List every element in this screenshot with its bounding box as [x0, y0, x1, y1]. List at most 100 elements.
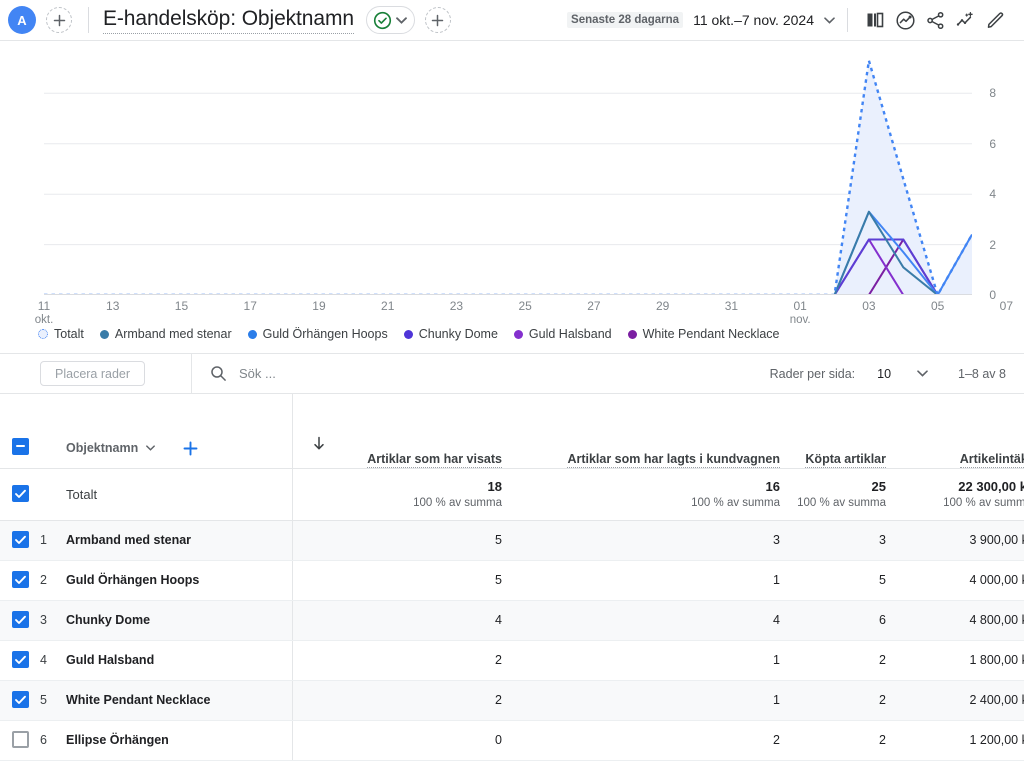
- row-checkbox[interactable]: [11, 571, 29, 589]
- table-row[interactable]: 5White Pendant Necklace2122 400,00 kr: [0, 680, 1024, 721]
- row-checkbox[interactable]: [11, 611, 29, 629]
- total-metric-value: 18: [487, 479, 502, 494]
- table-row[interactable]: 6Ellipse Örhängen0221 200,00 kr: [0, 720, 1024, 761]
- column-header-items-purchased[interactable]: Köpta artiklar: [780, 394, 886, 469]
- indeterminate-dash: [15, 445, 25, 448]
- row-metric: 3: [780, 520, 886, 561]
- row-index: 4: [40, 640, 66, 681]
- date-range-badge[interactable]: Senaste 28 dagarna: [567, 12, 684, 28]
- column-header-items-viewed[interactable]: Artiklar som har visats: [326, 394, 502, 469]
- row-sort-spacer: [292, 560, 326, 601]
- row-index: 2: [40, 560, 66, 601]
- total-row-metric: 18 100 % av summa: [326, 468, 502, 521]
- chevron-down-icon: [917, 370, 928, 377]
- legend-item[interactable]: Armband med stenar: [99, 327, 232, 341]
- row-name[interactable]: Guld Örhängen Hoops: [66, 560, 293, 601]
- legend-color-dot: [38, 329, 48, 339]
- compare-icon: [867, 12, 884, 28]
- y-axis-tick: 2: [989, 237, 996, 252]
- table-row[interactable]: 1Armband med stenar5333 900,00 kr: [0, 520, 1024, 561]
- row-checkbox[interactable]: [11, 531, 29, 549]
- line-chart[interactable]: [44, 53, 972, 295]
- search-icon: [211, 366, 226, 381]
- table-row[interactable]: 4Guld Halsband2121 800,00 kr: [0, 640, 1024, 681]
- x-axis-tick: 17: [243, 299, 257, 313]
- legend-item[interactable]: Guld Örhängen Hoops: [247, 327, 388, 341]
- compare-button[interactable]: [860, 5, 890, 35]
- x-axis-tick: 29: [655, 299, 670, 313]
- row-checkbox[interactable]: [11, 691, 29, 709]
- total-metric-percent: 100 % av summa: [691, 497, 780, 509]
- check-circle-icon: [373, 11, 392, 29]
- row-metric: 2 400,00 kr: [886, 680, 1024, 721]
- total-row-metric: 16 100 % av summa: [502, 468, 780, 521]
- rows-per-page-group: Rader per sida: 10 1–8 av 8: [770, 367, 1024, 381]
- table-header-row: Objektnamn Artiklar som har visats Artik…: [0, 394, 1024, 469]
- pagination-label: 1–8 av 8: [958, 366, 1006, 381]
- legend-item[interactable]: Guld Halsband: [513, 327, 612, 341]
- row-name[interactable]: Chunky Dome: [66, 600, 293, 641]
- share-button[interactable]: [920, 5, 950, 35]
- date-range-value[interactable]: 11 okt.–7 nov. 2024: [693, 12, 814, 28]
- row-checkbox[interactable]: [11, 731, 29, 749]
- row-name[interactable]: White Pendant Necklace: [66, 680, 293, 721]
- add-property-button[interactable]: [46, 7, 72, 33]
- x-axis-tick: 25: [518, 299, 532, 313]
- row-name[interactable]: Ellipse Örhängen: [66, 720, 293, 761]
- row-index: 5: [40, 680, 66, 721]
- dimension-caret[interactable]: [146, 445, 156, 451]
- rows-per-page-caret[interactable]: [917, 370, 928, 377]
- table-row[interactable]: 3Chunky Dome4464 800,00 kr: [0, 600, 1024, 641]
- search-input[interactable]: Sök ...: [239, 366, 276, 381]
- page-title[interactable]: E-handelsköp: Objektnamn: [103, 6, 354, 35]
- column-header-item-revenue[interactable]: Artikelintäkt: [886, 394, 1024, 469]
- total-metric-value: 16: [765, 479, 780, 494]
- row-checkbox[interactable]: [11, 651, 29, 669]
- row-checkbox-cell: [0, 640, 40, 681]
- row-sort-spacer: [292, 520, 326, 561]
- table-row[interactable]: 2Guld Örhängen Hoops5154 000,00 kr: [0, 560, 1024, 601]
- date-range-caret[interactable]: [824, 16, 835, 24]
- select-all-checkbox[interactable]: [11, 437, 29, 455]
- plus-icon: [53, 14, 65, 26]
- trend-sparkle-icon: [956, 11, 973, 26]
- row-name[interactable]: Armband med stenar: [66, 520, 293, 561]
- column-header-items-added-to-cart[interactable]: Artiklar som har lagts i kundvagnen: [502, 394, 780, 469]
- edit-pencil-button[interactable]: [980, 5, 1010, 35]
- row-metric: 2: [502, 720, 780, 761]
- trend-sparkle-button[interactable]: [950, 5, 980, 35]
- column-header-label: Artiklar som har visats: [367, 451, 502, 468]
- total-row-index: [40, 468, 66, 521]
- insights-button[interactable]: [890, 5, 920, 35]
- y-axis-tick: 4: [989, 187, 996, 202]
- avatar[interactable]: A: [8, 6, 36, 34]
- check-icon: [14, 490, 26, 499]
- legend-color-dot: [627, 329, 637, 339]
- share-icon: [926, 11, 943, 29]
- plus-icon: [432, 14, 444, 26]
- row-metric: 2: [780, 680, 886, 721]
- total-row-label: Totalt: [66, 468, 293, 521]
- search-cell[interactable]: Sök ... Rader per sida: 10 1–8 av 8: [192, 354, 1024, 393]
- insights-icon: [895, 10, 915, 30]
- dimension-name[interactable]: Objektnamn: [66, 441, 138, 455]
- check-icon: [14, 616, 26, 625]
- add-dimension-button[interactable]: [183, 441, 198, 456]
- rows-per-page-value[interactable]: 10: [877, 367, 891, 381]
- legend-item[interactable]: White Pendant Necklace: [627, 327, 780, 341]
- legend-item[interactable]: Chunky Dome: [403, 327, 498, 341]
- x-axis-tick: 11 okt.: [34, 299, 54, 326]
- legend-label: White Pendant Necklace: [642, 327, 780, 341]
- sort-indicator-cell[interactable]: [292, 394, 326, 469]
- add-comparison-button[interactable]: [424, 7, 451, 33]
- x-axis-tick: 13: [106, 299, 120, 313]
- row-checkbox[interactable]: [11, 485, 29, 503]
- status-chip[interactable]: [365, 6, 415, 34]
- row-metric: 1: [502, 640, 780, 681]
- legend-color-dot: [403, 329, 413, 339]
- legend-color-dot: [513, 329, 523, 339]
- legend-item[interactable]: Totalt: [38, 327, 84, 341]
- row-name[interactable]: Guld Halsband: [66, 640, 293, 681]
- row-metric: 2: [780, 720, 886, 761]
- place-rows-button[interactable]: Placera rader: [40, 361, 146, 386]
